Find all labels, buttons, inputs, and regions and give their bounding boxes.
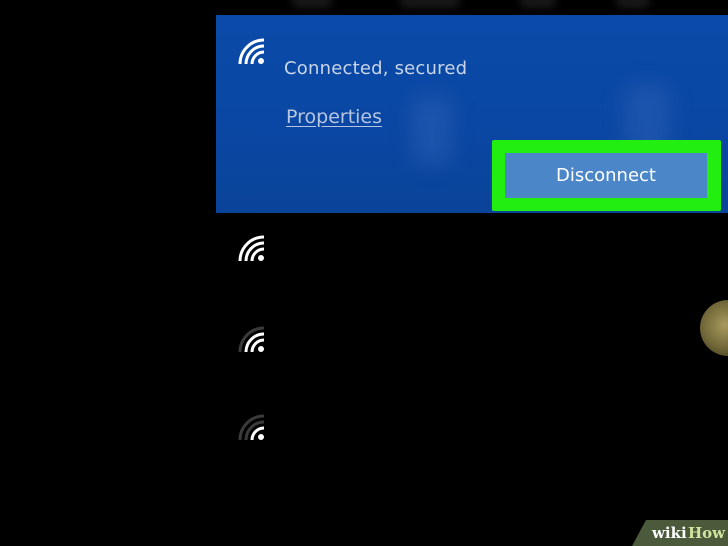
watermark-how: How bbox=[688, 524, 726, 542]
disconnect-button[interactable]: Disconnect bbox=[505, 153, 707, 198]
background-blur bbox=[616, 0, 650, 8]
background-blur bbox=[400, 0, 460, 8]
watermark-wiki: wiki bbox=[652, 524, 687, 542]
background-blur bbox=[520, 0, 556, 8]
wikihow-watermark: wiki How bbox=[632, 520, 728, 546]
background-blur bbox=[700, 300, 728, 356]
network-flyout: Connected, secured Properties Disconnect bbox=[0, 0, 728, 546]
connection-status: Connected, secured bbox=[284, 58, 468, 79]
panel-glow bbox=[412, 95, 452, 165]
wifi-icon[interactable] bbox=[236, 324, 268, 356]
wifi-icon bbox=[236, 36, 268, 68]
wifi-icon[interactable] bbox=[236, 412, 268, 444]
background-blur bbox=[292, 0, 332, 8]
properties-link[interactable]: Properties bbox=[286, 106, 382, 128]
wifi-icon[interactable] bbox=[236, 233, 268, 265]
